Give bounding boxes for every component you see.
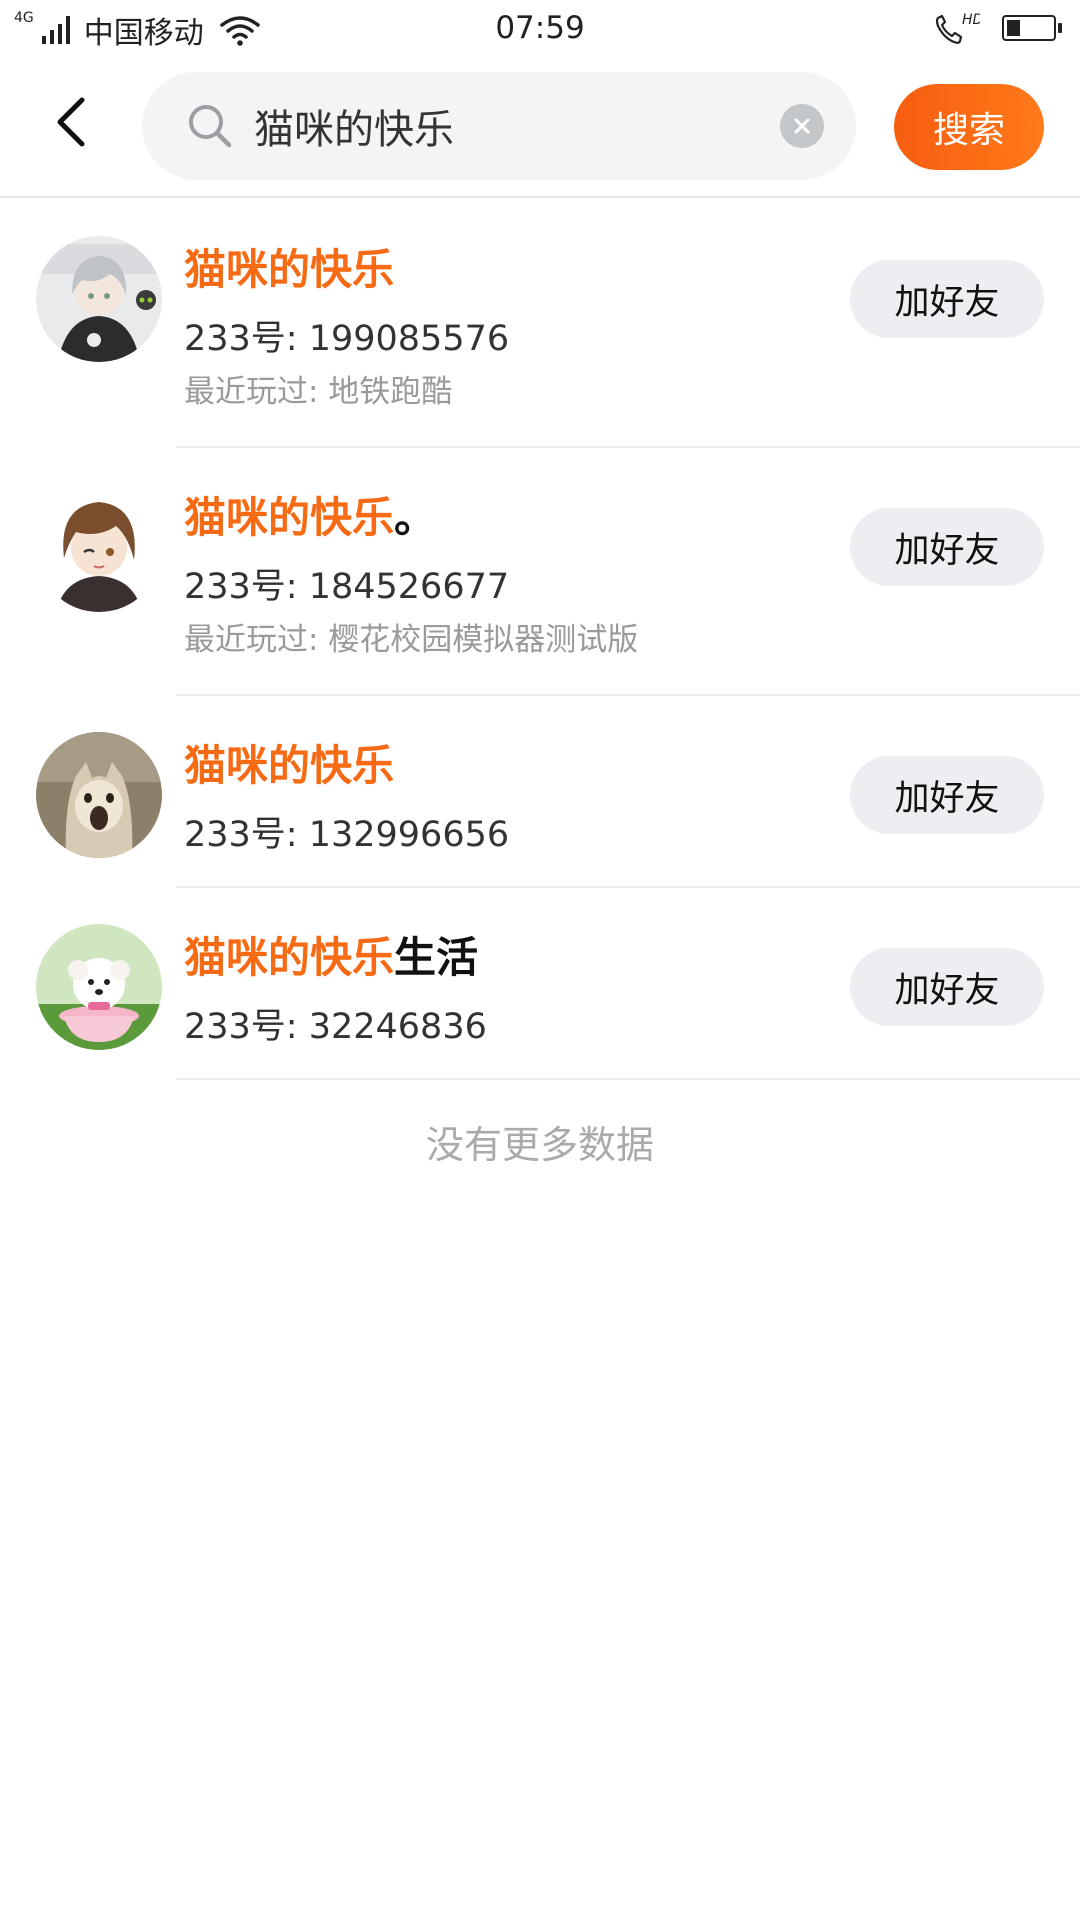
list-item[interactable]: 猫咪的快乐 233号: 132996656 加好友: [0, 696, 1080, 888]
back-button[interactable]: [40, 90, 104, 154]
anime-girl-avatar-image: [36, 236, 162, 362]
status-right: HD: [932, 10, 1062, 46]
add-friend-button[interactable]: 加好友: [850, 948, 1044, 1026]
name-highlight: 猫咪的快乐: [184, 741, 395, 790]
search-icon: [189, 105, 232, 148]
hd-label: HD: [962, 12, 980, 28]
avatar[interactable]: [36, 236, 162, 362]
user-name: 猫咪的快乐: [184, 236, 394, 297]
cat-photo-avatar-image: [36, 732, 162, 858]
battery-icon: [1002, 13, 1062, 43]
chevron-left-icon: [57, 97, 85, 147]
add-friend-button[interactable]: 加好友: [850, 756, 1044, 834]
recent-played: 最近玩过: 樱花校园模拟器测试版: [184, 622, 639, 658]
list-item[interactable]: 猫咪的快乐。 233号: 184526677 最近玩过: 樱花校园模拟器测试版 …: [0, 448, 1080, 696]
search-header: 搜索: [0, 60, 1080, 198]
name-rest: 生活: [394, 933, 479, 982]
user-id: 233号: 199085576: [184, 319, 510, 359]
list-item[interactable]: 猫咪的快乐生活 233号: 32246836 加好友: [0, 888, 1080, 1080]
search-submit-button[interactable]: 搜索: [894, 84, 1044, 170]
user-id: 233号: 184526677: [184, 567, 510, 607]
search-box[interactable]: [142, 72, 856, 180]
clear-button[interactable]: [780, 104, 824, 148]
avatar[interactable]: [36, 486, 162, 612]
user-name: 猫咪的快乐: [184, 732, 394, 793]
avatar[interactable]: [36, 732, 162, 858]
status-bar: 4G 中国移动 07:59 HD: [0, 0, 1080, 60]
name-highlight: 猫咪的快乐: [184, 493, 395, 542]
name-rest: 。: [394, 493, 437, 542]
name-highlight: 猫咪的快乐: [184, 245, 395, 294]
status-time: 07:59: [495, 10, 585, 46]
close-icon: [794, 118, 810, 134]
user-name: 猫咪的快乐生活: [184, 924, 478, 985]
user-name: 猫咪的快乐。: [184, 484, 436, 545]
puppy-teacup-avatar-image: [36, 924, 162, 1050]
anime-brown-hair-avatar-image: [36, 486, 162, 612]
recent-played: 最近玩过: 地铁跑酷: [184, 374, 453, 410]
hd-call-icon: HD: [935, 12, 980, 44]
divider: [176, 1078, 1080, 1080]
no-more-data-label: 没有更多数据: [425, 1123, 654, 1167]
avatar[interactable]: [36, 924, 162, 1050]
name-highlight: 猫咪的快乐: [184, 933, 395, 982]
list-item[interactable]: 猫咪的快乐 233号: 199085576 最近玩过: 地铁跑酷 加好友: [0, 200, 1080, 448]
search-input[interactable]: [254, 92, 774, 160]
result-list: 猫咪的快乐 233号: 199085576 最近玩过: 地铁跑酷 加好友 猫咪的…: [0, 200, 1080, 1080]
user-id: 233号: 132996656: [184, 815, 510, 855]
add-friend-button[interactable]: 加好友: [850, 260, 1044, 338]
user-id: 233号: 32246836: [184, 1007, 487, 1047]
add-friend-button[interactable]: 加好友: [850, 508, 1044, 586]
